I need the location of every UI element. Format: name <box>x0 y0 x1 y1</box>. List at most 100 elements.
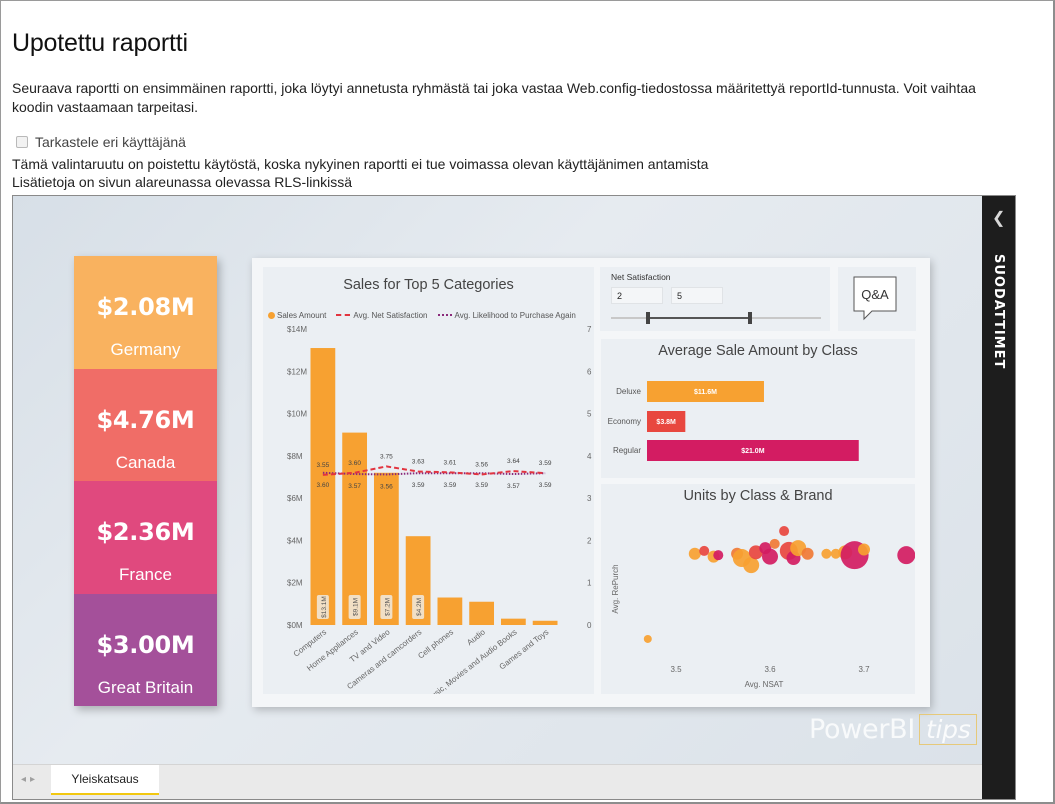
y-tick-label: $8M <box>287 452 303 461</box>
hbar-plot: Deluxe $11.6M Economy $3.8M Regular $21.0M <box>608 381 859 461</box>
y-tick-label: $14M <box>287 325 307 334</box>
tab-overview[interactable]: Yleiskatsaus <box>51 765 159 795</box>
slicer-track[interactable] <box>600 267 830 331</box>
svg-text:$4.2M: $4.2M <box>416 598 423 616</box>
slicer-handle-max[interactable] <box>748 312 752 324</box>
card-value: $3.00M <box>96 630 195 659</box>
y-tick-label: $10M <box>287 410 307 419</box>
bar-data-label: $13.1M <box>316 595 329 619</box>
slicer-handle-min[interactable] <box>646 312 650 324</box>
bar <box>500 618 526 625</box>
x-tick-label: 3.6 <box>764 665 776 674</box>
rls-note-line1: Tämä valintaruutu on poistettu käytöstä,… <box>12 156 709 172</box>
card-value: $2.36M <box>96 518 195 546</box>
card-germany[interactable]: $2.08M Germany <box>74 256 217 369</box>
page-title: Upotettu raportti <box>12 29 188 57</box>
category-label: Regular <box>613 446 641 455</box>
scatter-point <box>713 550 724 561</box>
page-description: Seuraava raportti on ensimmäinen raportt… <box>12 80 976 115</box>
avg-sale-by-class-chart[interactable]: Average Sale Amount by Class Deluxe $11.6… <box>601 339 915 478</box>
tab-nav-arrows-icon[interactable]: ◂▸ <box>21 774 39 785</box>
card-canada[interactable]: $4.76M Canada <box>74 368 217 481</box>
card-value: $4.76M <box>96 405 195 434</box>
filters-pane[interactable]: ❮ SUODATTIMET <box>982 196 1015 799</box>
qa-button[interactable]: Q&A <box>838 267 916 331</box>
y2-tick-label: 1 <box>587 579 592 588</box>
card-great-britain[interactable]: $3.00M Great Britain <box>74 593 217 706</box>
line-data-label: 3.59 <box>412 482 425 489</box>
y-tick-label: $2M <box>287 579 303 588</box>
sales-top5-chart[interactable]: Sales for Top 5 Categories Sales Amount … <box>263 267 594 694</box>
category-label: Economy <box>608 417 641 426</box>
card-label: Great Britain <box>97 677 194 697</box>
view-as-user-checkbox[interactable] <box>16 136 28 148</box>
line-data-label: 3.57 <box>507 483 520 490</box>
line-data-label: 3.60 <box>317 482 330 489</box>
bar-data-label: $9.1M <box>348 595 361 619</box>
x-tick-label: Audio <box>465 627 487 647</box>
chevron-left-icon[interactable]: ❮ <box>992 208 1005 228</box>
bar-data-label: $11.6M <box>694 389 717 396</box>
y2-tick-label: 0 <box>587 621 592 630</box>
bar <box>469 601 495 625</box>
y2-tick-label: 4 <box>587 452 592 461</box>
combo-chart-plot: $0M $2M $4M $6M $8M $10M $12M $14M 0 1 2 3 4 5 6 7 $13.1… <box>287 325 592 694</box>
line-data-label: 3.64 <box>507 458 520 465</box>
embedded-report[interactable]: $2.08M Germany $4.76M Canada $2.36M Fran… <box>12 195 1016 800</box>
line-data-label: 3.55 <box>317 462 330 469</box>
scatter-point <box>762 548 778 565</box>
page-tabs: ◂▸ Yleiskatsaus <box>13 764 982 799</box>
scatter-point <box>643 634 652 643</box>
svg-text:$13.1M: $13.1M <box>321 596 328 618</box>
powerbi-tips-logo: PowerBI tips <box>809 714 978 745</box>
x-tick-label: Cell phones <box>416 627 455 660</box>
y-axis-label: Avg. RePurch <box>611 564 620 613</box>
bar-data-label: $3.8M <box>656 419 676 426</box>
line-data-label: 3.60 <box>348 460 361 467</box>
y-tick-label: $6M <box>287 494 303 503</box>
y2-tick-label: 7 <box>587 325 592 334</box>
line-data-label: 3.59 <box>539 482 552 489</box>
x-tick-label: 3.5 <box>670 665 682 674</box>
net-satisfaction-slicer[interactable]: Net Satisfaction 2 5 <box>600 267 830 331</box>
scatter-point <box>699 545 710 556</box>
y-tick-label: $0M <box>287 621 303 630</box>
scatter-point <box>858 543 870 556</box>
x-axis-label: Avg. NSAT <box>745 680 784 689</box>
country-cards: $2.08M Germany $4.76M Canada $2.36M Fran… <box>74 256 217 706</box>
y2-tick-label: 6 <box>587 367 592 376</box>
bar-data-label: $7.2M <box>380 595 393 619</box>
y2-tick-label: 5 <box>587 410 592 419</box>
category-label: Deluxe <box>616 387 641 396</box>
rls-note: Tämä valintaruutu on poistettu käytöstä,… <box>12 155 708 191</box>
line-data-label: 3.59 <box>539 460 552 467</box>
bar-data-label: $21.0M <box>741 448 765 455</box>
card-label: Canada <box>115 452 176 472</box>
bar-data-label: $4.2M <box>412 595 425 619</box>
y-tick-label: $12M <box>287 367 307 376</box>
card-france[interactable]: $2.36M France <box>74 481 217 594</box>
units-by-class-brand-chart[interactable]: Units by Class & Brand 3.5 3.6 3.7 Avg. NSA… <box>601 484 915 694</box>
y-tick-label: $4M <box>287 536 303 545</box>
scatter-point <box>688 547 701 560</box>
line-data-label: 3.61 <box>444 459 457 466</box>
card-label: Germany <box>110 340 181 359</box>
scatter-point <box>897 546 915 565</box>
line-data-label: 3.59 <box>444 482 457 489</box>
y2-tick-label: 2 <box>587 536 592 545</box>
filters-label: SUODATTIMET <box>991 254 1006 370</box>
line-data-label: 3.56 <box>380 483 393 490</box>
rls-note-line2: Lisätietoja on sivun alareunassa olevass… <box>12 174 353 190</box>
line-data-label: 3.63 <box>412 459 425 466</box>
view-as-user-row: Tarkastele eri käyttäjänä <box>16 134 186 150</box>
report-panel: Sales for Top 5 Categories Sales Amount … <box>252 258 930 707</box>
scatter-plot: 3.5 3.6 3.7 Avg. NSAT Avg. RePurch <box>611 526 915 689</box>
line-data-label: 3.75 <box>380 453 393 460</box>
card-value: $2.08M <box>96 293 195 321</box>
line-data-label: 3.57 <box>348 483 361 490</box>
y2-tick-label: 3 <box>587 494 592 503</box>
report-canvas: $2.08M Germany $4.76M Canada $2.36M Fran… <box>13 196 982 764</box>
bar <box>437 597 463 625</box>
line-data-label: 3.59 <box>475 482 488 489</box>
view-as-user-label: Tarkastele eri käyttäjänä <box>35 134 186 150</box>
